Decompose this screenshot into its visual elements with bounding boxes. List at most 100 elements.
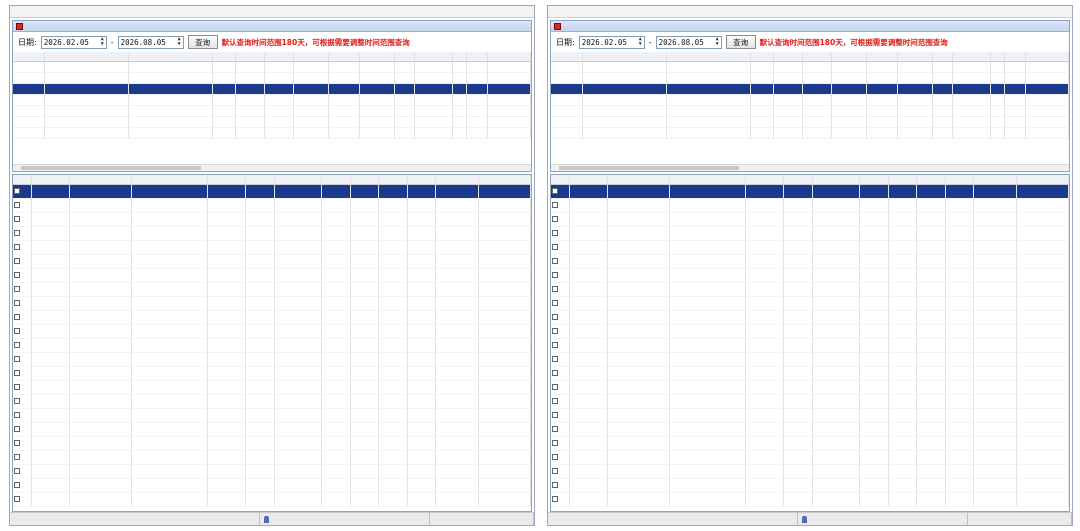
table-row[interactable] bbox=[551, 94, 1069, 106]
column-header[interactable] bbox=[69, 175, 133, 185]
column-header[interactable] bbox=[350, 175, 380, 185]
column-header[interactable] bbox=[750, 52, 775, 62]
row-checkbox[interactable] bbox=[14, 188, 20, 194]
column-header[interactable] bbox=[1016, 175, 1069, 185]
table-row[interactable] bbox=[13, 478, 531, 493]
column-header[interactable] bbox=[745, 175, 785, 185]
column-header[interactable] bbox=[407, 175, 436, 185]
table-row[interactable] bbox=[13, 380, 531, 395]
column-header[interactable] bbox=[802, 52, 832, 62]
column-header[interactable] bbox=[235, 52, 265, 62]
row-checkbox[interactable] bbox=[14, 286, 20, 292]
table-row[interactable] bbox=[551, 226, 1069, 241]
table-row[interactable] bbox=[13, 212, 531, 227]
table-row[interactable] bbox=[13, 127, 531, 139]
query-button[interactable]: 查询 bbox=[725, 35, 756, 49]
column-header[interactable] bbox=[888, 175, 918, 185]
table-row[interactable] bbox=[551, 464, 1069, 479]
column-header[interactable] bbox=[264, 52, 294, 62]
table-row[interactable] bbox=[13, 352, 531, 367]
table-row[interactable] bbox=[13, 94, 531, 106]
column-header[interactable] bbox=[359, 52, 396, 62]
column-header[interactable] bbox=[551, 52, 584, 62]
table-row[interactable] bbox=[551, 450, 1069, 465]
column-header[interactable] bbox=[551, 175, 571, 185]
row-checkbox[interactable] bbox=[14, 426, 20, 432]
horizontal-scrollbar[interactable] bbox=[13, 164, 531, 171]
column-header[interactable] bbox=[478, 175, 531, 185]
column-header[interactable] bbox=[321, 175, 351, 185]
row-checkbox[interactable] bbox=[14, 496, 20, 502]
table-row[interactable] bbox=[13, 240, 531, 255]
column-header[interactable] bbox=[378, 175, 408, 185]
table-row[interactable] bbox=[13, 366, 531, 381]
table-row[interactable] bbox=[13, 450, 531, 465]
column-header[interactable] bbox=[487, 52, 531, 62]
row-checkbox[interactable] bbox=[552, 202, 558, 208]
column-header[interactable] bbox=[435, 175, 479, 185]
column-header[interactable] bbox=[328, 52, 361, 62]
column-header[interactable] bbox=[669, 175, 747, 185]
table-row[interactable] bbox=[551, 282, 1069, 297]
table-row[interactable] bbox=[551, 61, 1069, 73]
table-row[interactable] bbox=[551, 268, 1069, 283]
spinner-icon[interactable]: ▲ ▼ bbox=[639, 37, 642, 47]
row-checkbox[interactable] bbox=[552, 426, 558, 432]
table-row[interactable] bbox=[13, 198, 531, 213]
row-checkbox[interactable] bbox=[552, 496, 558, 502]
table-row[interactable] bbox=[13, 324, 531, 339]
table-row[interactable] bbox=[551, 492, 1069, 507]
column-header[interactable] bbox=[212, 52, 237, 62]
column-header[interactable] bbox=[128, 52, 213, 62]
column-header[interactable] bbox=[1025, 52, 1069, 62]
column-header[interactable] bbox=[897, 52, 934, 62]
column-header[interactable] bbox=[394, 52, 416, 62]
table-row[interactable] bbox=[551, 408, 1069, 423]
row-checkbox[interactable] bbox=[14, 314, 20, 320]
row-checkbox[interactable] bbox=[552, 356, 558, 362]
table-row[interactable] bbox=[551, 478, 1069, 493]
table-row[interactable] bbox=[551, 184, 1069, 199]
row-checkbox[interactable] bbox=[14, 342, 20, 348]
table-row[interactable] bbox=[13, 394, 531, 409]
table-row[interactable] bbox=[551, 380, 1069, 395]
table-row[interactable] bbox=[551, 72, 1069, 84]
column-header[interactable] bbox=[666, 52, 751, 62]
table-row[interactable] bbox=[13, 116, 531, 128]
table-row[interactable] bbox=[13, 184, 531, 199]
row-checkbox[interactable] bbox=[552, 258, 558, 264]
table-row[interactable] bbox=[13, 226, 531, 241]
row-checkbox[interactable] bbox=[552, 272, 558, 278]
row-checkbox[interactable] bbox=[14, 230, 20, 236]
row-checkbox[interactable] bbox=[14, 356, 20, 362]
column-header[interactable] bbox=[859, 175, 889, 185]
row-checkbox[interactable] bbox=[552, 482, 558, 488]
row-checkbox[interactable] bbox=[552, 244, 558, 250]
table-row[interactable] bbox=[13, 464, 531, 479]
row-checkbox[interactable] bbox=[552, 286, 558, 292]
column-header[interactable] bbox=[452, 52, 468, 62]
spinner-icon[interactable]: ▲ ▼ bbox=[716, 37, 719, 47]
row-checkbox[interactable] bbox=[14, 328, 20, 334]
column-header[interactable] bbox=[293, 52, 329, 62]
column-header[interactable] bbox=[13, 175, 33, 185]
row-checkbox[interactable] bbox=[552, 398, 558, 404]
table-row[interactable] bbox=[551, 198, 1069, 213]
column-header[interactable] bbox=[973, 175, 1017, 185]
table-row[interactable] bbox=[13, 296, 531, 311]
table-row[interactable] bbox=[13, 338, 531, 353]
column-header[interactable] bbox=[812, 175, 861, 185]
column-header[interactable] bbox=[245, 175, 275, 185]
column-header[interactable] bbox=[207, 175, 247, 185]
row-checkbox[interactable] bbox=[14, 398, 20, 404]
table-row[interactable] bbox=[13, 408, 531, 423]
column-header[interactable] bbox=[831, 52, 867, 62]
start-date-picker[interactable]: 2026.02.05 ▲ ▼ bbox=[40, 35, 107, 49]
row-checkbox[interactable] bbox=[14, 216, 20, 222]
column-header[interactable] bbox=[44, 52, 130, 62]
row-checkbox[interactable] bbox=[14, 300, 20, 306]
scrollbar-thumb[interactable] bbox=[21, 166, 201, 170]
row-checkbox[interactable] bbox=[14, 412, 20, 418]
table-row[interactable] bbox=[13, 436, 531, 451]
column-header[interactable] bbox=[31, 175, 71, 185]
